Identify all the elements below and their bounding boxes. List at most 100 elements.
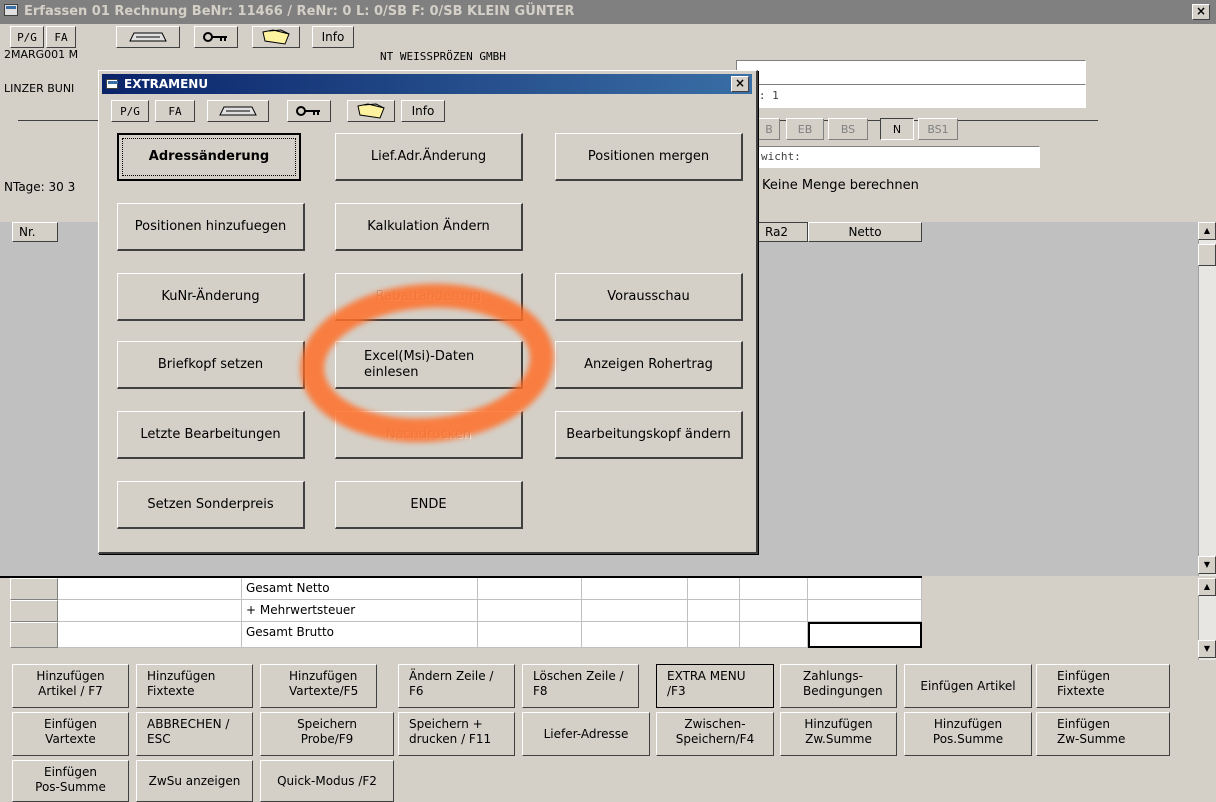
dialog-pg-button[interactable]: P/G	[111, 100, 149, 122]
totals-cell	[688, 622, 740, 648]
total-brutto-label: Gesamt Brutto	[242, 622, 478, 648]
adressaenderung-button[interactable]: Adressänderung	[117, 133, 301, 181]
cmd-hinzufuegen-zwsumme[interactable]: Hinzufügen Zw.Summe	[780, 712, 897, 756]
totals-cell	[740, 600, 808, 622]
kunr-aenderung-button[interactable]: KuNr-Änderung	[117, 273, 305, 321]
positionen-mergen-button[interactable]: Positionen mergen	[555, 133, 743, 181]
cmd-hinzufuegen-fixtexte[interactable]: Hinzufügen Fixtexte	[136, 664, 253, 708]
toggle-bs[interactable]: BS	[828, 118, 868, 140]
totals-cell	[478, 622, 582, 648]
customer-code: 2MARG001 M	[4, 48, 79, 61]
header-input-top[interactable]	[736, 60, 1086, 84]
briefkopf-setzen-button[interactable]: Briefkopf setzen	[117, 341, 305, 389]
cmd-einfuegen-vartexte[interactable]: Einfügen Vartexte	[12, 712, 129, 756]
cmd-zwischenspeichern[interactable]: Zwischen- Speichern/F4	[656, 712, 774, 756]
dialog-title: EXTRAMENU	[124, 77, 209, 91]
dialog-printer-button[interactable]	[207, 100, 269, 122]
cmd-zahlungsbedingungen[interactable]: Zahlungs- Bedingungen	[780, 664, 897, 708]
scroll-down-arrow-icon[interactable]: ▼	[1198, 640, 1216, 658]
cmd-speichern-drucken[interactable]: Speichern + drucken / F11	[398, 712, 515, 756]
customer-name: NT WEISSPRÖZEN GMBH	[380, 50, 506, 63]
totals-row-header	[10, 600, 58, 622]
totals-cell	[740, 578, 808, 600]
dialog-close-button[interactable]: ×	[731, 76, 749, 92]
cmd-zwsu-anzeigen[interactable]: ZwSu anzeigen	[136, 760, 253, 802]
separator-line	[18, 120, 98, 121]
printer-button[interactable]	[116, 26, 180, 48]
letzte-bearbeitungen-button[interactable]: Letzte Bearbeitungen	[117, 411, 305, 459]
gewicht-field[interactable]: wicht:	[758, 146, 1040, 168]
keine-menge-checkbox-label[interactable]: Keine Menge berechnen	[762, 178, 919, 193]
key-icon	[296, 106, 320, 116]
info-button[interactable]: Info	[312, 26, 354, 48]
dialog-key-button[interactable]	[287, 100, 331, 122]
toggle-b[interactable]: B	[758, 118, 780, 140]
printer-icon	[129, 32, 167, 42]
totals-cell	[582, 600, 688, 622]
cmd-quick-modus[interactable]: Quick-Modus /F2	[260, 760, 394, 802]
cmd-speichern-probe[interactable]: Speichern Probe/F9	[260, 712, 394, 756]
window-icon	[4, 4, 18, 16]
positionen-hinzufuegen-button[interactable]: Positionen hinzufuegen	[117, 203, 305, 251]
vorausschau-button[interactable]: Vorausschau	[555, 273, 743, 321]
cmd-hinzufuegen-possumme[interactable]: Hinzufügen Pos.Summe	[904, 712, 1032, 756]
col-header-nr[interactable]: Nr.	[12, 222, 58, 242]
grid-scrollbar[interactable]	[1198, 222, 1216, 576]
brutto-value-cell[interactable]	[808, 622, 922, 648]
excel-daten-einlesen-button[interactable]: Excel(Msi)-Daten einlesen	[335, 341, 523, 389]
toggle-eb[interactable]: EB	[786, 118, 824, 140]
cmd-extra-menu[interactable]: EXTRA MENU /F3	[656, 664, 774, 708]
cmd-einfuegen-artikel[interactable]: Einfügen Artikel	[904, 664, 1032, 708]
totals-cell	[58, 600, 242, 622]
cmd-einfuegen-zwsumme[interactable]: Einfügen Zw-Summe	[1036, 712, 1170, 756]
totals-cell	[58, 578, 242, 600]
totals-row-header	[10, 622, 58, 648]
bearbeitungskopf-aendern-button[interactable]: Bearbeitungskopf ändern	[555, 411, 743, 459]
scroll-up-arrow-icon[interactable]: ▲	[1198, 222, 1216, 240]
col-header-netto[interactable]: Netto	[808, 222, 922, 242]
scroll-thumb[interactable]	[1198, 244, 1216, 266]
toggle-bs1[interactable]: BS1	[918, 118, 958, 140]
wert-field[interactable]: ert: 1	[736, 84, 1086, 108]
window-close-button[interactable]: ×	[1192, 4, 1210, 20]
mwst-label: + Mehrwertsteuer	[242, 600, 478, 622]
toggle-n[interactable]: N	[880, 118, 914, 140]
total-netto-label: Gesamt Netto	[242, 578, 478, 600]
cmd-liefer-adresse[interactable]: Liefer-Adresse	[522, 712, 650, 756]
col-header-ra2[interactable]: Ra2	[758, 222, 808, 242]
cmd-abbrechen[interactable]: ABBRECHEN / ESC	[136, 712, 253, 756]
dialog-fa-button[interactable]: FA	[155, 100, 195, 122]
fa-button[interactable]: FA	[46, 26, 76, 48]
cmd-einfuegen-possumme[interactable]: Einfügen Pos-Summe	[12, 760, 129, 802]
customer-street: LINZER BUNI	[4, 82, 75, 95]
cmd-hinzufuegen-artikel[interactable]: Hinzufügen Artikel / F7	[12, 664, 129, 708]
cmd-hinzufuegen-vartexte[interactable]: Hinzufügen Vartexte/F5	[260, 664, 377, 708]
cmd-einfuegen-fixtexte[interactable]: Einfügen Fixtexte	[1036, 664, 1170, 708]
totals-cell	[582, 578, 688, 600]
scroll-up-arrow-icon[interactable]: ▲	[1198, 578, 1216, 596]
key-button[interactable]	[194, 26, 238, 48]
kalkulation-aendern-button[interactable]: Kalkulation Ändern	[335, 203, 523, 251]
nachdrucken-button[interactable]: Nachdrucken	[335, 411, 523, 459]
folder-icon	[357, 103, 385, 119]
cmd-loeschen-zeile[interactable]: Löschen Zeile / F8	[522, 664, 639, 708]
scroll-down-arrow-icon[interactable]: ▼	[1198, 556, 1216, 574]
pg-button[interactable]: P/G	[10, 26, 44, 48]
lief-adr-aenderung-button[interactable]: Lief.Adr.Änderung	[335, 133, 523, 181]
folder-button[interactable]	[252, 26, 300, 48]
setzen-sonderpreis-button[interactable]: Setzen Sonderpreis	[117, 481, 305, 529]
ende-button[interactable]: ENDE	[335, 481, 523, 529]
dialog-info-button[interactable]: Info	[401, 100, 445, 122]
window-title-bar: Erfassen 01 Rechnung BeNr: 11466 / ReNr:…	[0, 0, 1216, 24]
anzeigen-rohertrag-button[interactable]: Anzeigen Rohertrag	[555, 341, 743, 389]
dialog-folder-button[interactable]	[347, 100, 395, 122]
folder-icon	[262, 29, 290, 45]
key-icon	[203, 32, 227, 42]
rabattaenderung-button[interactable]: Rabattänderung	[335, 273, 523, 321]
cmd-aendern-zeile[interactable]: Ändern Zeile / F6	[398, 664, 515, 708]
extramenu-dialog: EXTRAMENU × P/G FA Info Adressänderung L…	[98, 70, 758, 554]
totals-cell	[688, 578, 740, 600]
totals-cell	[808, 578, 922, 600]
totals-cell	[478, 600, 582, 622]
printer-icon	[219, 106, 257, 116]
